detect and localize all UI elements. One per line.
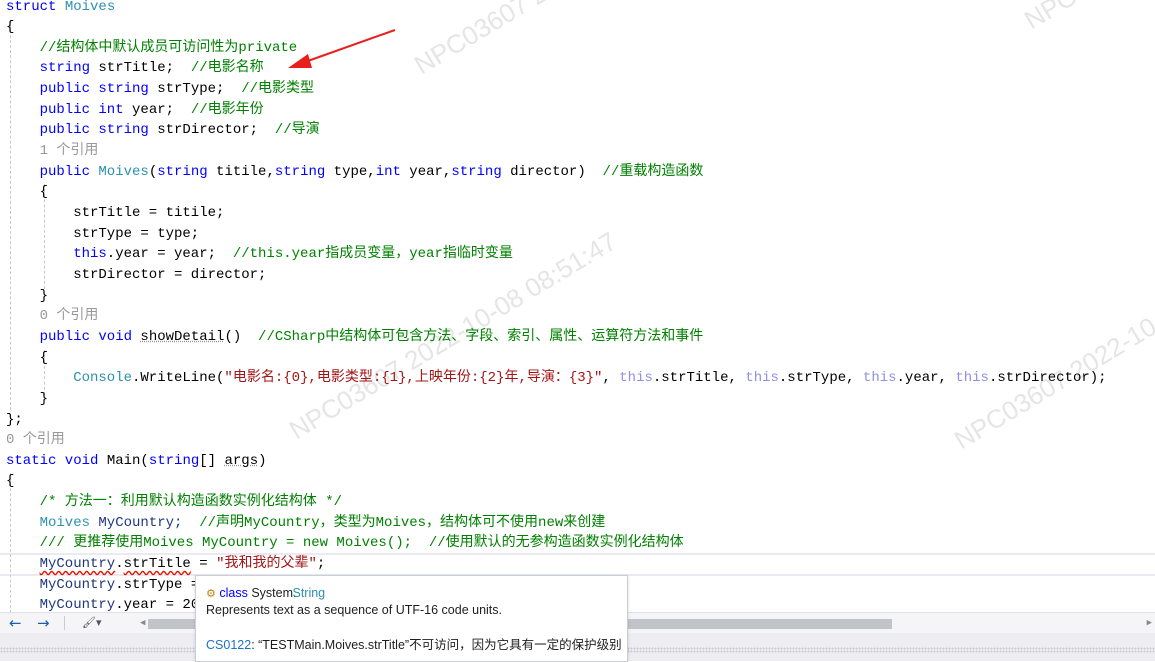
error-code-link[interactable]: CS0122: [206, 638, 251, 652]
navigate-back-icon[interactable]: ←: [9, 613, 22, 633]
quickinfo-tooltip: ⚙ class System.String Represents text as…: [195, 575, 628, 662]
tooltip-kind: class: [219, 586, 248, 600]
code-cleanup-brush-icon[interactable]: 🖌▾: [82, 613, 102, 633]
navigate-forward-icon[interactable]: →: [37, 613, 50, 633]
scroll-right-icon[interactable]: ▶: [1147, 618, 1152, 628]
toolbar-divider: [64, 616, 65, 630]
class-icon: ⚙: [206, 588, 216, 600]
tooltip-namespace: System.: [251, 586, 297, 600]
scroll-left-icon[interactable]: ◀: [140, 618, 145, 628]
red-arrow-annotation: [288, 29, 396, 68]
code-editor[interactable]: NPC03607 2022-10-08 08:51:47 NPC03607 20…: [0, 0, 1155, 612]
tooltip-description: Represents text as a sequence of UTF-16 …: [206, 603, 502, 617]
tooltip-type: String: [292, 586, 326, 600]
error-message: : “TESTMain.Moives.strTitle”不可访问，因为它具有一定…: [251, 638, 622, 652]
